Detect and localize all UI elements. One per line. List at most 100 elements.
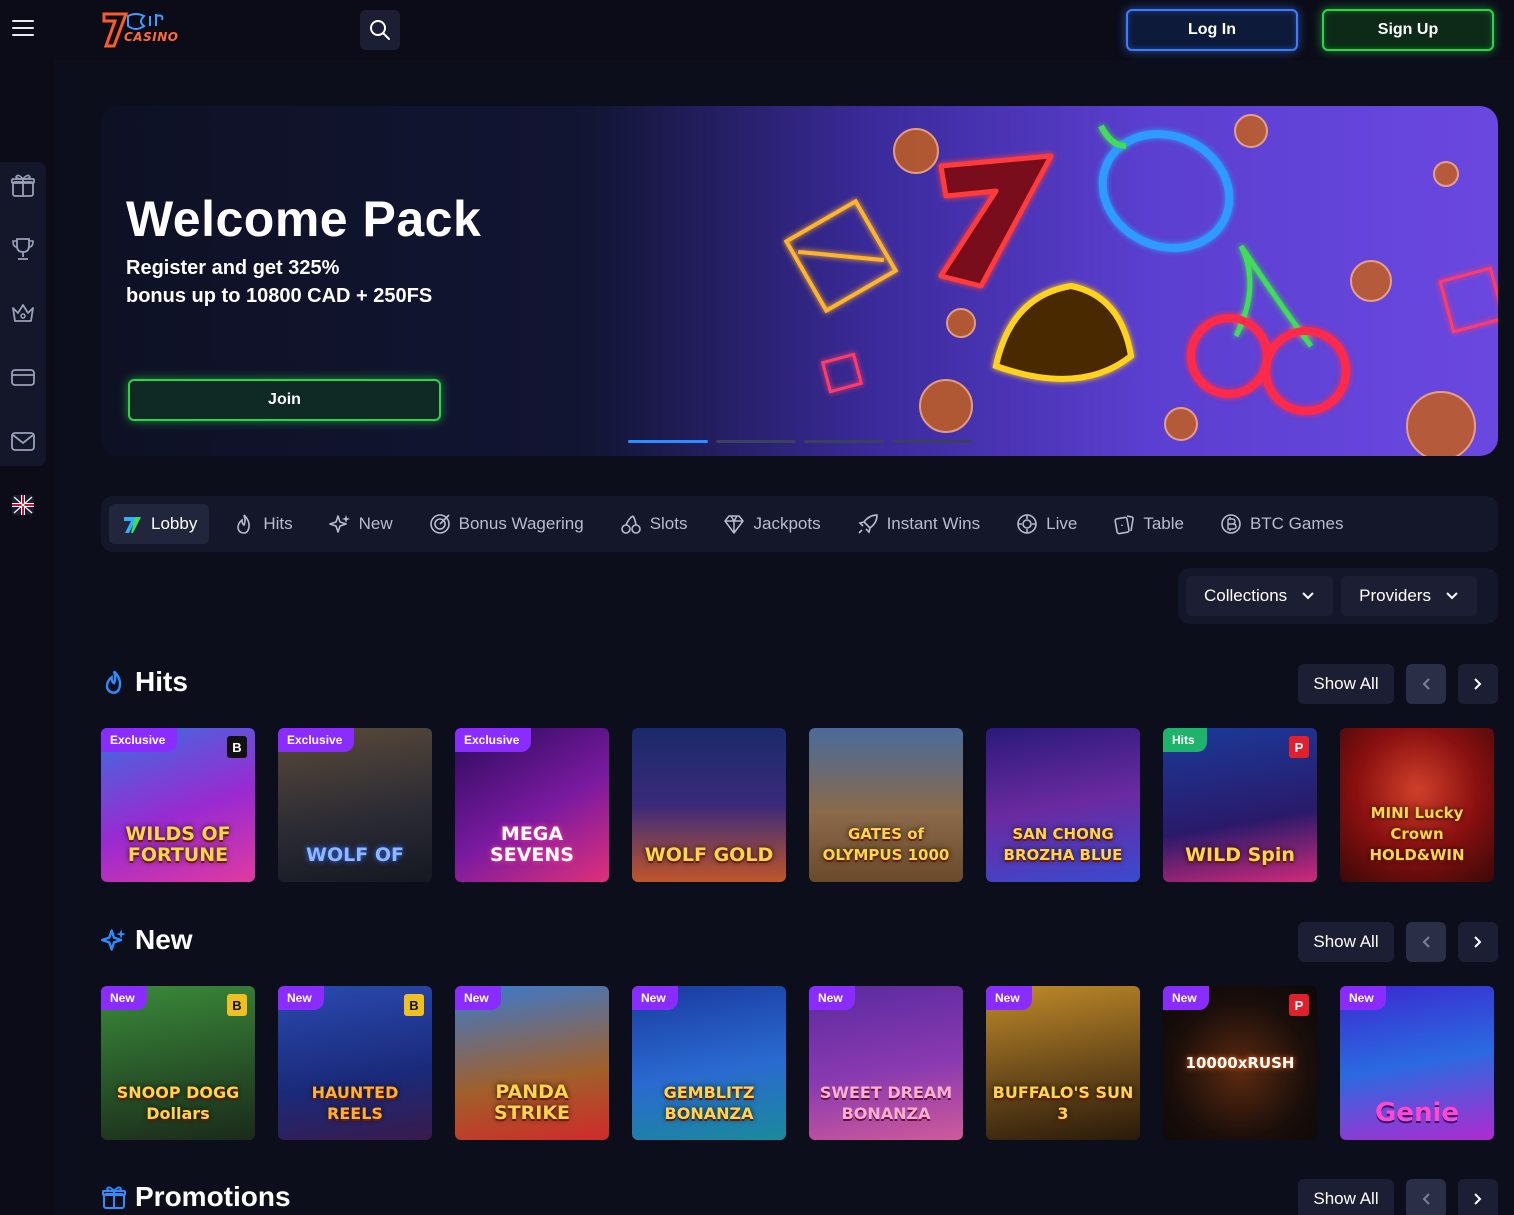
providers-dropdown[interactable]: Providers: [1341, 576, 1477, 616]
carousel-dot[interactable]: [804, 440, 884, 443]
gift-icon[interactable]: [10, 172, 36, 198]
tab-instant-wins[interactable]: Instant Wins: [845, 504, 993, 544]
game-tile[interactable]: New P 10000xRUSH: [1163, 986, 1317, 1140]
carousel-dot[interactable]: [716, 440, 796, 443]
section-title-new: New: [101, 924, 193, 956]
game-title: MINI Lucky Crown HOLD&WIN: [1369, 804, 1465, 864]
game-title: WILDS OF FORTUNE: [125, 823, 231, 866]
section-title-hits: Hits: [101, 666, 188, 698]
tab-slots[interactable]: Slots: [608, 504, 700, 544]
game-tile[interactable]: WOLF GOLD: [632, 728, 786, 882]
game-title: MEGA SEVENS: [490, 823, 574, 866]
trophy-icon[interactable]: [10, 236, 36, 262]
game-tile[interactable]: New PANDA STRIKE: [455, 986, 609, 1140]
game-tile[interactable]: Exclusive MEGA SEVENS: [455, 728, 609, 882]
new-game-row: New B SNOOP DOGG Dollars New B HAUNTED R…: [101, 986, 1494, 1140]
sidebar: [0, 60, 54, 1215]
site-logo[interactable]: CASINO: [100, 10, 178, 50]
game-tile[interactable]: Exclusive B WILDS OF FORTUNE: [101, 728, 255, 882]
logo-text: CASINO: [124, 30, 179, 44]
provider-mark: P: [1289, 736, 1309, 758]
game-badge: New: [1163, 986, 1209, 1010]
game-badge: New: [632, 986, 678, 1010]
chevron-down-icon: [1302, 592, 1314, 600]
game-tile[interactable]: New SWEET DREAM BONANZA: [809, 986, 963, 1140]
hero-banner[interactable]: Welcome Pack Register and get 325% bonus…: [101, 106, 1498, 456]
chevron-right-icon: [1474, 1193, 1482, 1205]
game-title: PANDA STRIKE: [493, 1081, 571, 1124]
game-badge: Exclusive: [101, 728, 178, 752]
game-tile[interactable]: New BUFFALO'S SUN 3: [986, 986, 1140, 1140]
game-tile[interactable]: New B SNOOP DOGG Dollars: [101, 986, 255, 1140]
game-tile[interactable]: GATES of OLYMPUS 1000: [809, 728, 963, 882]
new-show-all-button[interactable]: Show All: [1298, 922, 1394, 962]
tab-new[interactable]: New: [317, 504, 405, 544]
tab-label: Bonus Wagering: [458, 514, 584, 533]
game-badge: Hits: [1163, 728, 1207, 752]
game-title: BUFFALO'S SUN 3: [992, 1083, 1134, 1123]
collections-label: Collections: [1204, 586, 1288, 605]
hero-subtitle-line1: Register and get 325%: [126, 257, 340, 279]
promotions-next-button[interactable]: [1458, 1179, 1498, 1215]
carousel-dot[interactable]: [892, 440, 972, 443]
category-tabs: Lobby Hits New Bonus Wagering Slots Jack…: [101, 496, 1498, 552]
cherry-icon: [620, 515, 641, 534]
sparkle-icon: [328, 515, 350, 533]
tab-jackpots[interactable]: Jackpots: [711, 504, 832, 544]
chevron-left-icon: [1422, 936, 1430, 948]
hits-game-row: Exclusive B WILDS OF FORTUNE Exclusive W…: [101, 728, 1494, 882]
game-tile[interactable]: SAN CHONG BROZHA BLUE: [986, 728, 1140, 882]
tab-live[interactable]: Live: [1004, 504, 1089, 544]
language-flag-icon[interactable]: [10, 492, 36, 518]
sparkle-icon: [101, 929, 126, 951]
game-title: SAN CHONG BROZHA BLUE: [1003, 825, 1123, 864]
mail-icon[interactable]: [10, 428, 36, 454]
chevron-right-icon: [1474, 936, 1482, 948]
tab-hits[interactable]: Hits: [221, 504, 304, 544]
menu-icon[interactable]: [12, 20, 34, 38]
rocket-icon: [858, 514, 878, 534]
hits-show-all-button[interactable]: Show All: [1298, 664, 1394, 704]
carousel-dot[interactable]: [628, 440, 708, 443]
card-icon[interactable]: [10, 364, 36, 390]
tab-label: Live: [1046, 514, 1078, 533]
new-prev-button[interactable]: [1406, 922, 1446, 962]
chip-icon: [1017, 514, 1037, 534]
hero-subtitle: Register and get 325% bonus up to 10800 …: [126, 254, 546, 310]
game-tile[interactable]: Hits P WILD Spin: [1163, 728, 1317, 882]
tab-lobby[interactable]: Lobby: [109, 504, 210, 544]
game-badge: Exclusive: [278, 728, 355, 752]
hits-prev-button[interactable]: [1406, 664, 1446, 704]
game-tile[interactable]: MINI Lucky Crown HOLD&WIN: [1340, 728, 1494, 882]
game-tile[interactable]: New GEMBLITZ BONANZA: [632, 986, 786, 1140]
tab-btc-games[interactable]: BTC Games: [1208, 504, 1356, 544]
signup-button[interactable]: Sign Up: [1322, 9, 1494, 51]
crown-icon[interactable]: [10, 300, 36, 326]
game-title: WOLF OF: [306, 844, 404, 866]
game-tile[interactable]: Exclusive WOLF OF: [278, 728, 432, 882]
game-title: WILD Spin: [1185, 844, 1295, 866]
tab-bonus-wagering[interactable]: Bonus Wagering: [417, 504, 596, 544]
game-badge: New: [986, 986, 1032, 1010]
search-button[interactable]: [360, 10, 400, 50]
game-tile[interactable]: New B HAUNTED REELS: [278, 986, 432, 1140]
hero-title: Welcome Pack: [126, 191, 482, 247]
login-button[interactable]: Log In: [1126, 9, 1298, 51]
flame-icon: [105, 670, 122, 694]
tab-label: BTC Games: [1249, 514, 1344, 533]
new-next-button[interactable]: [1458, 922, 1498, 962]
hits-next-button[interactable]: [1458, 664, 1498, 704]
top-bar: CASINO Log In Sign Up: [0, 0, 1514, 60]
promotions-show-all-button[interactable]: Show All: [1298, 1179, 1394, 1215]
join-button[interactable]: Join: [128, 379, 441, 421]
provider-mark: B: [227, 736, 247, 758]
game-title: SWEET DREAM BONANZA: [819, 1083, 953, 1123]
providers-label: Providers: [1359, 586, 1431, 605]
collections-dropdown[interactable]: Collections: [1186, 576, 1334, 616]
promotions-prev-button[interactable]: [1406, 1179, 1446, 1215]
chevron-down-icon: [1446, 592, 1458, 600]
lobby-logo-icon: [124, 517, 141, 533]
game-tile[interactable]: New Genie: [1340, 986, 1494, 1140]
gift-icon: [102, 1186, 126, 1209]
tab-table[interactable]: Table: [1101, 504, 1196, 544]
